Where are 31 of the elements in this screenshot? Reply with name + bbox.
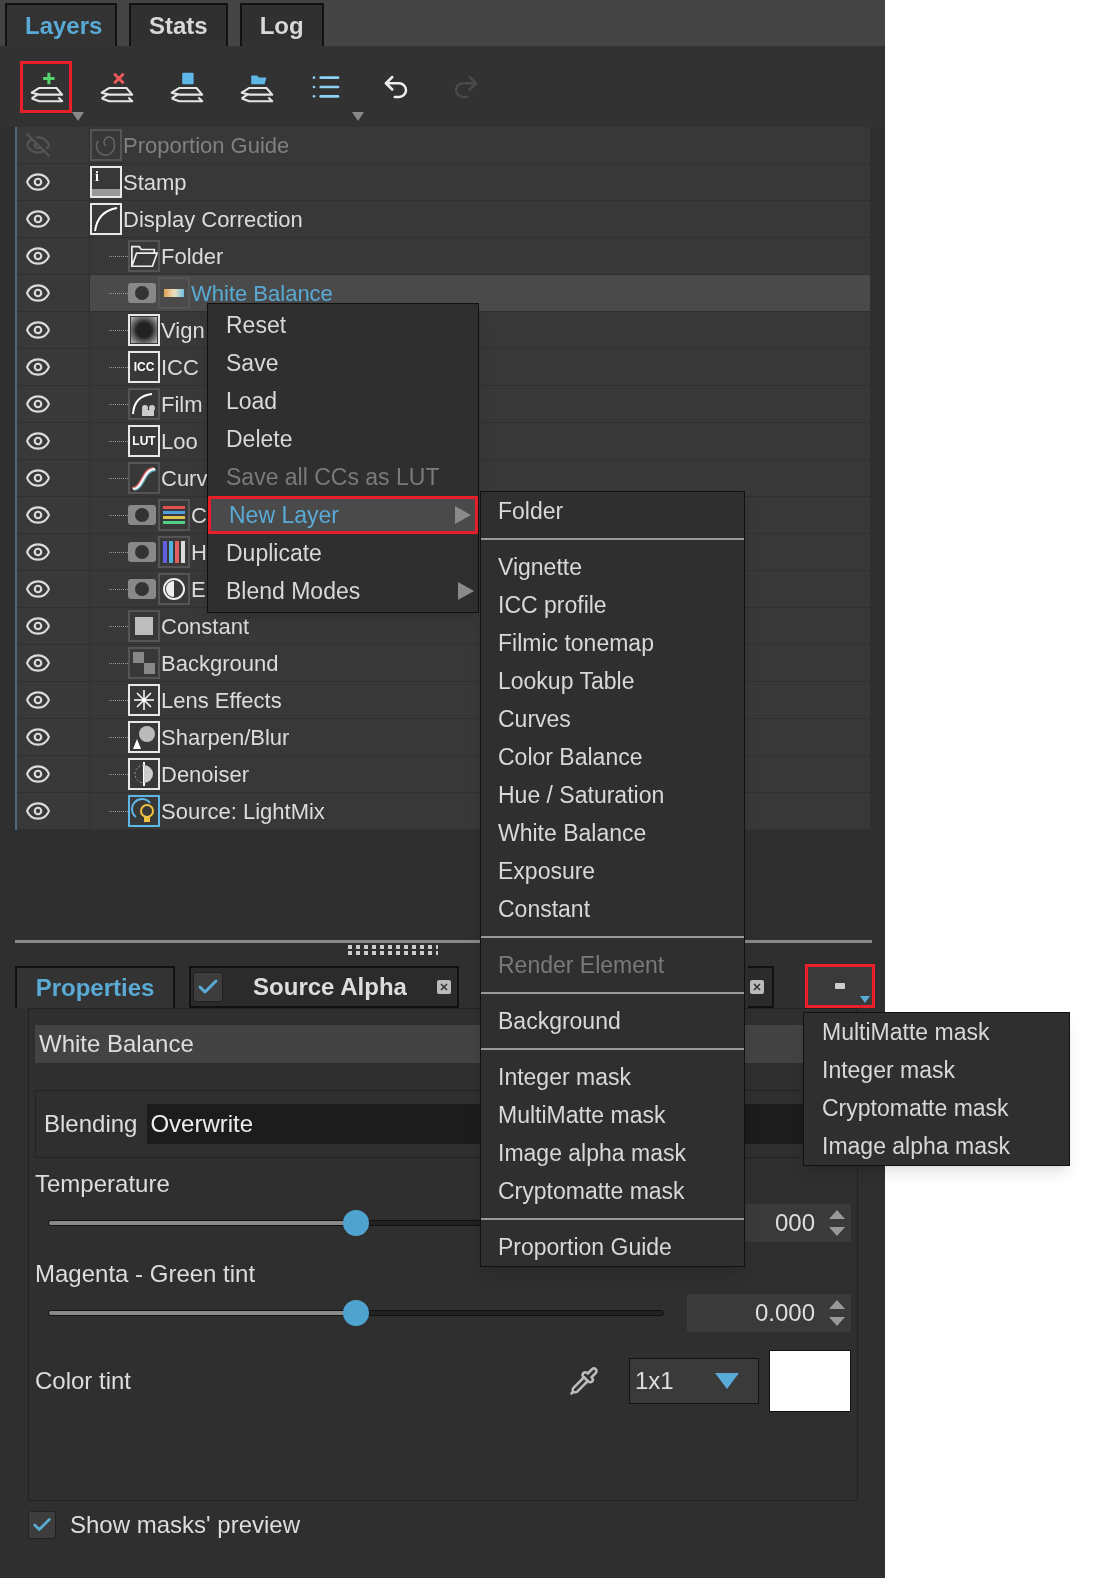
layer-name: Film — [161, 390, 203, 419]
layer-name: Constant — [161, 612, 250, 641]
layer-name: Stamp — [123, 168, 187, 197]
sample-size-value: 1x1 — [635, 1366, 674, 1396]
icon-label: ICC — [133, 361, 155, 373]
layer-name: Display Correction — [123, 205, 303, 234]
layer-name: Background — [161, 649, 279, 678]
slider-label: Temperature — [35, 1169, 170, 1198]
checkbox-label: Show masks' preview — [70, 1510, 300, 1540]
layer-name: Loo — [161, 427, 198, 456]
layer-name: Proportion Guide — [123, 131, 290, 160]
layer-name: Curv — [161, 464, 208, 493]
color-tint-label: Color tint — [35, 1366, 133, 1396]
spinbox-value: 0.000 — [754, 1298, 815, 1328]
icon-label: LUT — [132, 435, 156, 447]
layer-name: Denoiser — [161, 760, 250, 789]
layer-name: Source: LightMix — [161, 797, 325, 826]
layer-name: C — [191, 501, 207, 530]
layer-name: White Balance — [191, 279, 333, 308]
slider-label: Magenta - Green tint — [35, 1259, 256, 1288]
layer-name: H — [191, 538, 207, 567]
icon-label: i — [94, 168, 100, 186]
layer-name: E — [191, 575, 206, 604]
mask-tab-label: Source Alpha — [252, 972, 408, 1002]
blending-label: Blending — [44, 1109, 138, 1139]
layer-name: Folder — [161, 242, 224, 271]
layer-name: Vign — [161, 316, 205, 345]
layer-name: Lens Effects — [161, 686, 282, 715]
layer-name: ICC — [161, 353, 199, 382]
spinbox-value: 000 — [774, 1208, 815, 1238]
layer-name: Sharpen/Blur — [161, 723, 290, 752]
